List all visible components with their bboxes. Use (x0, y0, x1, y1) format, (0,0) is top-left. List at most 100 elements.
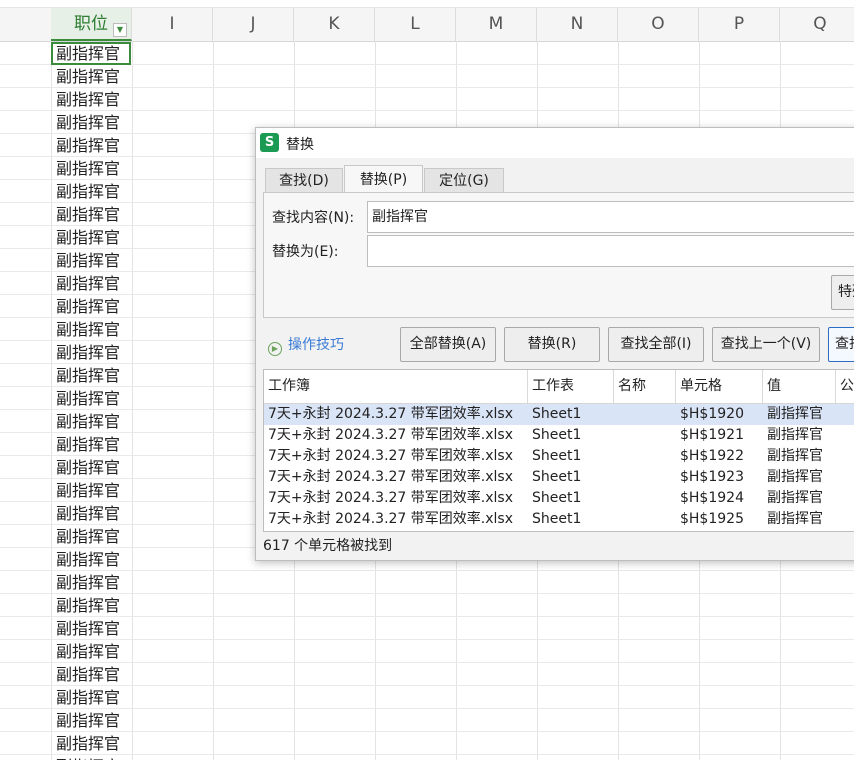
cell[interactable]: 副指挥官 (51, 456, 131, 479)
ribbon-edge (0, 0, 854, 8)
cell[interactable]: 副指挥官 (51, 134, 131, 157)
cell[interactable]: 副指挥官 (51, 341, 131, 364)
result-row[interactable]: 7天+永封 2024.3.27 带军团效率.xlsx Sheet1 $H$1925 副… (264, 509, 854, 530)
dialog-titlebar[interactable]: S 替换 (256, 128, 854, 158)
cell[interactable]: 副指挥官 (51, 433, 131, 456)
cell[interactable]: 副指挥官 (51, 479, 131, 502)
cell[interactable]: 副指挥官 (51, 111, 131, 134)
result-value: 副指挥官 (767, 427, 823, 443)
cell[interactable]: 副指挥官 (51, 226, 131, 249)
result-value: 副指挥官 (767, 406, 823, 422)
results-col-value[interactable]: 值 (763, 370, 836, 403)
result-cell: $H$1924 (680, 490, 744, 506)
column-header-j[interactable]: J (213, 8, 294, 41)
cell[interactable]: 副指挥官 (51, 732, 131, 755)
cell[interactable]: 副指挥官 (51, 364, 131, 387)
cell[interactable]: 副指挥官 (51, 525, 131, 548)
results-col-name[interactable]: 名称 (614, 370, 676, 403)
find-previous-button[interactable]: 查找上一个(V) (712, 327, 820, 362)
column-header-h[interactable]: 职位 ▼ (51, 8, 132, 41)
column-header-o[interactable]: O (618, 8, 699, 41)
cell[interactable]: 副指挥官 (51, 686, 131, 709)
tab-find[interactable]: 查找(D) (265, 168, 343, 193)
cell[interactable]: 副指挥官 (51, 709, 131, 732)
result-cell: $H$1922 (680, 448, 744, 464)
column-header-n[interactable]: N (537, 8, 618, 41)
column-header-l[interactable]: L (375, 8, 456, 41)
special-content-button[interactable]: 特殊 (831, 275, 854, 310)
result-name (614, 488, 676, 509)
replace-all-button[interactable]: 全部替换(A) (400, 327, 496, 362)
cell[interactable]: 副指挥官 (51, 157, 131, 180)
column-header-p[interactable]: P (699, 8, 780, 41)
cell[interactable]: 副指挥官 (51, 272, 131, 295)
result-workbook: 7天+永封 2024.3.27 带军团效率.xlsx (268, 448, 513, 464)
tips-label: 操作技巧 (288, 337, 344, 353)
find-next-button[interactable]: 查找 (828, 327, 854, 362)
cell[interactable]: 副指挥官 (51, 88, 131, 111)
result-name (614, 446, 676, 467)
wps-app-icon: S (260, 133, 279, 152)
result-row[interactable]: 7天+永封 2024.3.27 带军团效率.xlsx Sheet1 $H$1924 副… (264, 488, 854, 509)
cell[interactable]: 副指挥官 (51, 548, 131, 571)
result-row[interactable]: 7天+永封 2024.3.27 带军团效率.xlsx Sheet1 $H$1921 副… (264, 425, 854, 446)
cell[interactable]: 副指挥官 (51, 502, 131, 525)
result-workbook: 7天+永封 2024.3.27 带军团效率.xlsx (268, 511, 513, 527)
cell[interactable]: 副指挥官 (51, 617, 131, 640)
cell[interactable]: 副指挥官 (51, 249, 131, 272)
result-row[interactable]: 7天+永封 2024.3.27 带军团效率.xlsx Sheet1 $H$1920 副… (264, 404, 854, 425)
column-header-q[interactable]: Q (780, 8, 854, 41)
cell[interactable]: 副指挥官 (51, 180, 131, 203)
tab-replace[interactable]: 替换(P) (344, 165, 423, 194)
result-workbook: 7天+永封 2024.3.27 带军团效率.xlsx (268, 427, 513, 443)
results-col-sheet[interactable]: 工作表 (528, 370, 614, 403)
cell[interactable]: 副指挥官 (51, 318, 131, 341)
replace-button[interactable]: 替换(R) (504, 327, 600, 362)
result-workbook: 7天+永封 2024.3.27 带军团效率.xlsx (268, 490, 513, 506)
cell[interactable]: 副指挥官 (51, 663, 131, 686)
result-cell: $H$1920 (680, 406, 744, 422)
cell[interactable]: 副指挥官 (51, 755, 131, 760)
results-col-workbook[interactable]: 工作簿 (264, 370, 528, 403)
replace-input[interactable] (367, 235, 854, 267)
dialog-tabs: 查找(D) 替换(P) 定位(G) (265, 165, 854, 194)
result-sheet: Sheet1 (532, 406, 582, 422)
cell[interactable]: 副指挥官 (51, 387, 131, 410)
result-row[interactable]: 7天+永封 2024.3.27 带军团效率.xlsx Sheet1 $H$1923 副… (264, 467, 854, 488)
tips-link[interactable]: ▶ 操作技巧 (268, 334, 344, 356)
result-name (614, 509, 676, 530)
cell[interactable]: 副指挥官 (51, 65, 131, 88)
result-name (614, 530, 676, 531)
active-cell[interactable]: 副指挥官 (51, 42, 131, 65)
column-header-k[interactable]: K (294, 8, 375, 41)
result-sheet: Sheet1 (532, 490, 582, 506)
cell[interactable]: 副指挥官 (51, 571, 131, 594)
result-cell: $H$1921 (680, 427, 744, 443)
find-input[interactable]: 副指挥官 (367, 201, 854, 233)
results-col-cell[interactable]: 单元格 (676, 370, 763, 403)
result-sheet: Sheet1 (532, 427, 582, 443)
result-value: 副指挥官 (763, 530, 836, 531)
result-value: 副指挥官 (767, 511, 823, 527)
cell[interactable]: 副指挥官 (51, 203, 131, 226)
result-cell: $H$1925 (680, 511, 744, 527)
replace-label: 替换为(E): (272, 244, 339, 260)
column-header-label: 职位 (74, 14, 108, 34)
results-table: 工作簿 工作表 名称 单元格 值 公 7天+永封 2024.3.27 带军团效率… (263, 369, 854, 532)
cell[interactable]: 副指挥官 (51, 295, 131, 318)
cell[interactable]: 副指挥官 (51, 640, 131, 663)
find-all-button[interactable]: 查找全部(I) (608, 327, 704, 362)
cell[interactable]: 副指挥官 (51, 410, 131, 433)
column-header-m[interactable]: M (456, 8, 537, 41)
results-col-formula[interactable]: 公 (836, 370, 854, 403)
result-row[interactable]: 7天+永封 2024.3.27 带军团效率.xlsxSheet1 $H$1926副… (264, 530, 854, 531)
grid-vline (132, 41, 133, 760)
result-name (614, 467, 676, 488)
column-header-i[interactable]: I (132, 8, 213, 41)
cell[interactable]: 副指挥官 (51, 594, 131, 617)
tab-goto[interactable]: 定位(G) (424, 168, 504, 193)
result-workbook: 7天+永封 2024.3.27 带军团效率.xlsx (268, 406, 513, 422)
result-row[interactable]: 7天+永封 2024.3.27 带军团效率.xlsx Sheet1 $H$1922 副… (264, 446, 854, 467)
replace-dialog: S 替换 查找(D) 替换(P) 定位(G) 查找内容(N): 副指挥官 替换为… (255, 127, 854, 561)
filter-dropdown-icon[interactable]: ▼ (113, 23, 127, 37)
